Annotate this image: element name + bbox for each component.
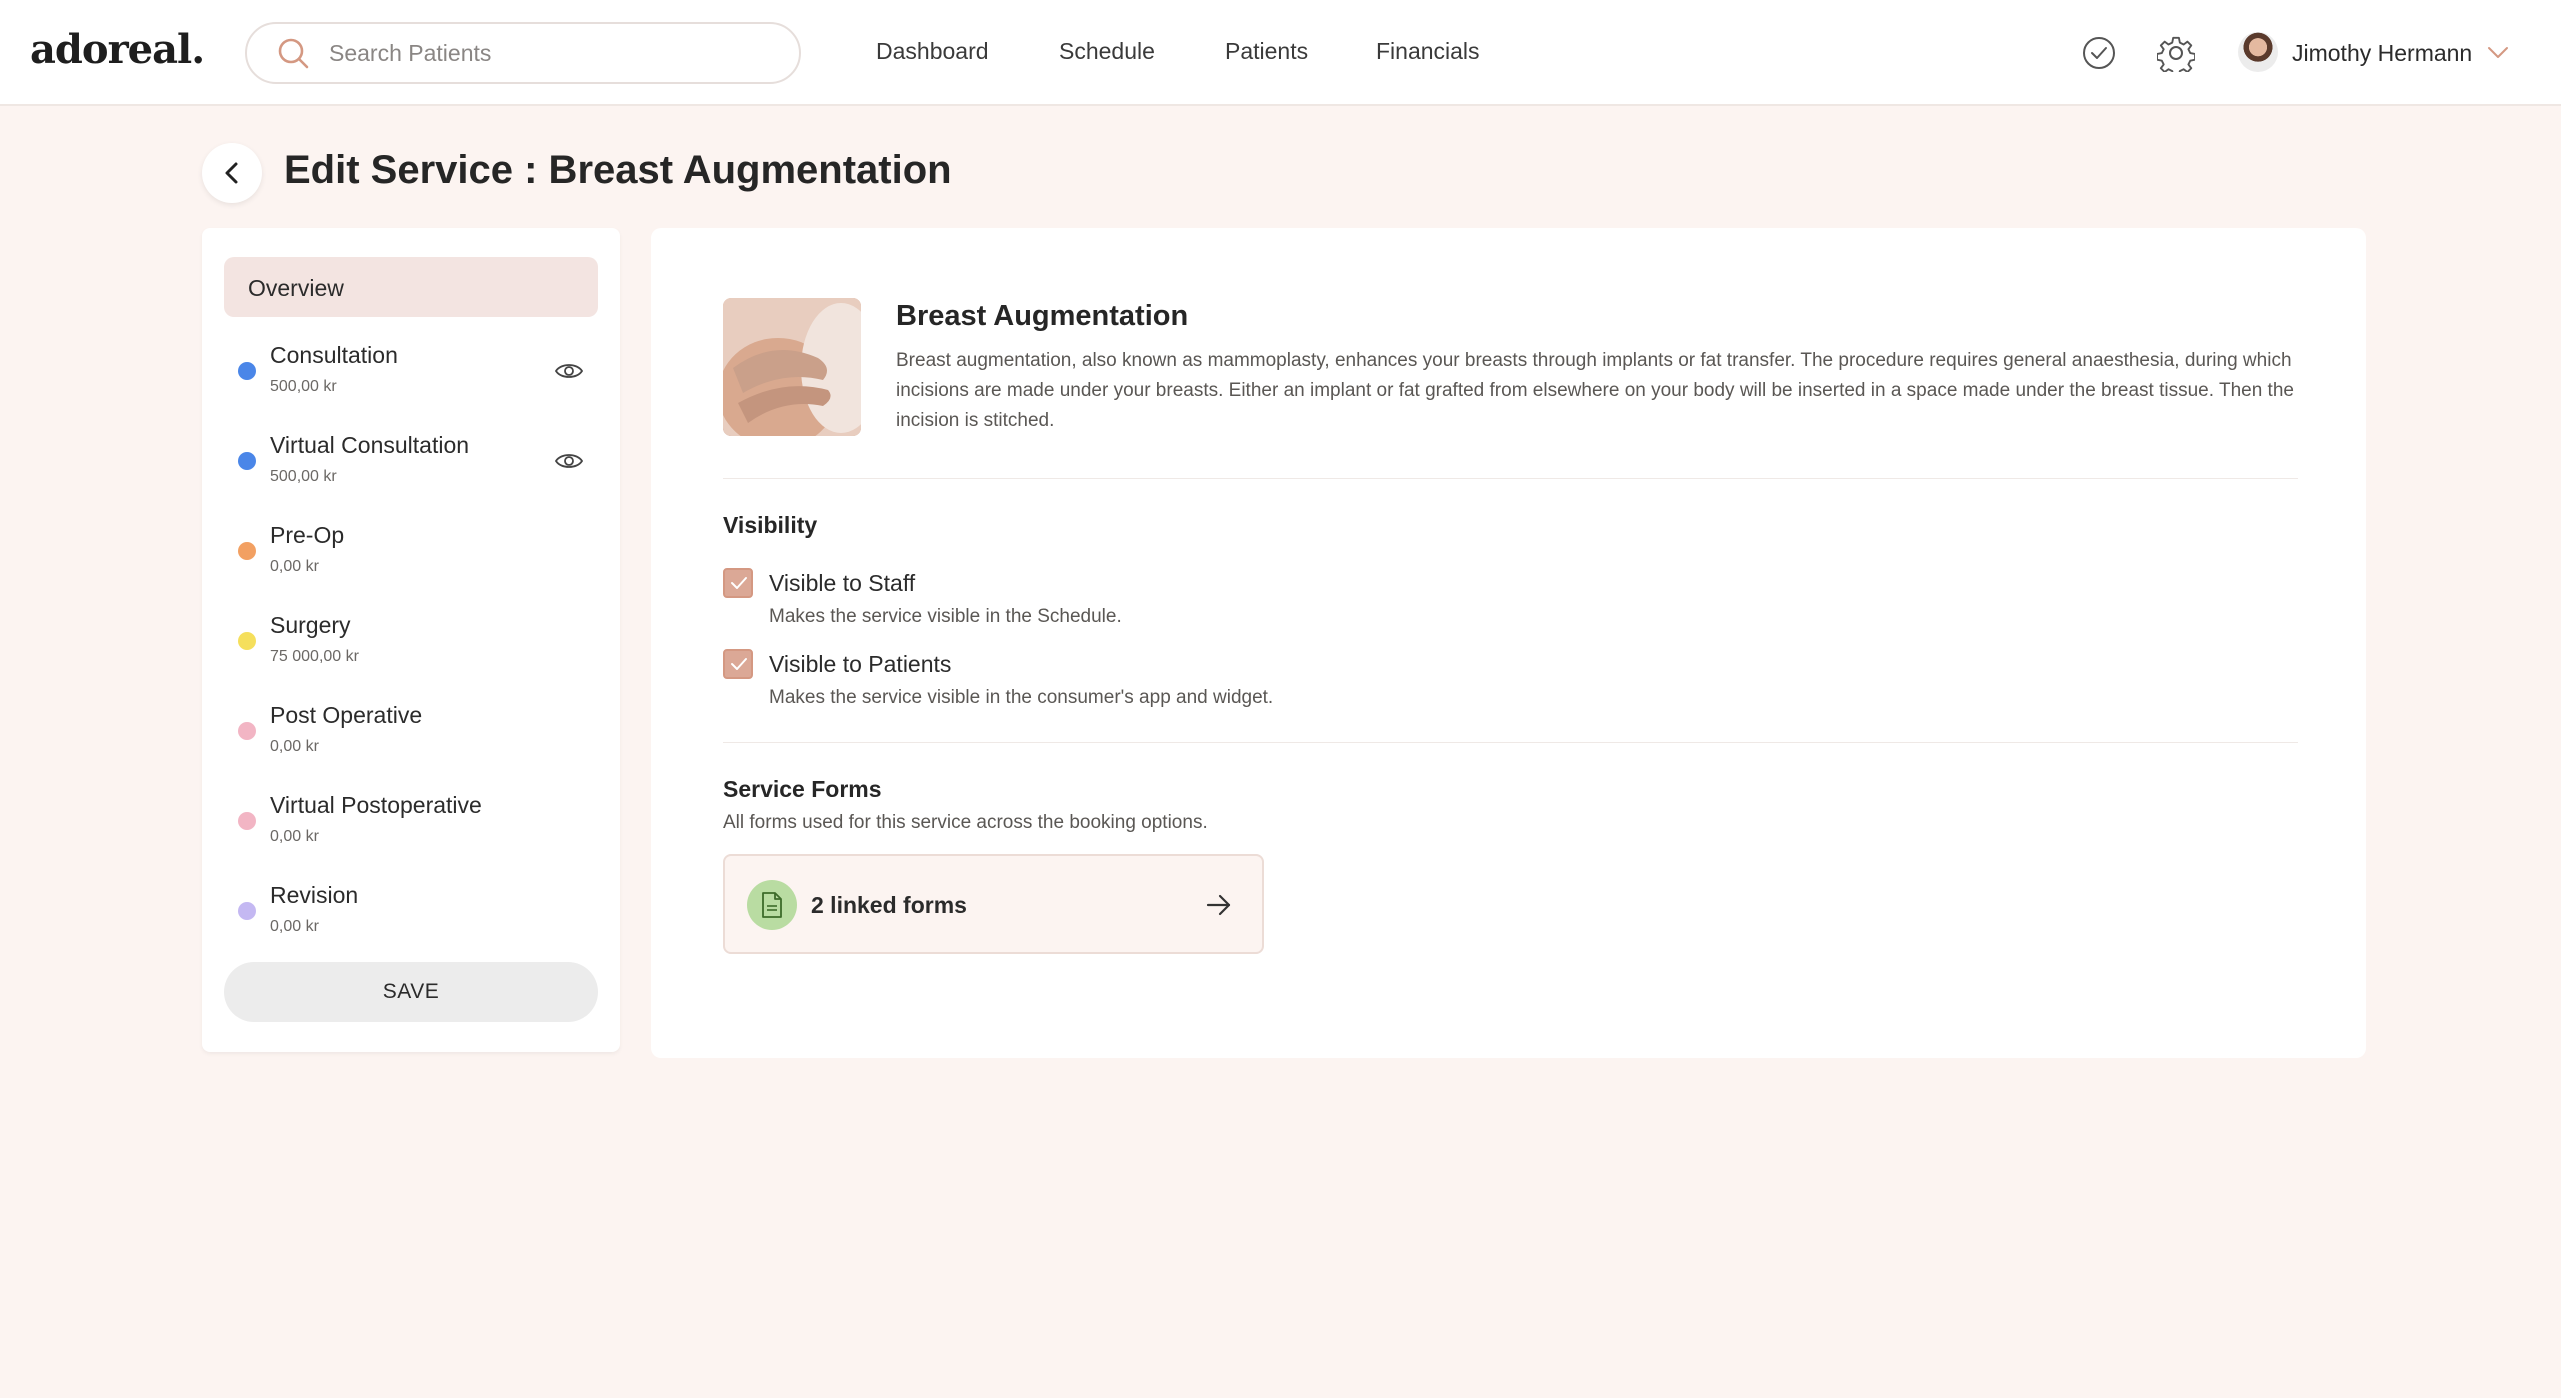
divider [723,742,2298,743]
eye-icon[interactable] [554,450,584,472]
sidebar-item-price: 500,00 kr [270,468,337,485]
search-box[interactable] [245,22,801,84]
service-photo [723,298,861,436]
visible-to-patients-checkbox[interactable] [723,649,753,679]
sidebar-item-price: 75 000,00 kr [270,648,359,665]
service-forms-title: Service Forms [723,776,882,802]
sidebar-item-price: 500,00 kr [270,378,337,395]
back-button[interactable] [202,143,262,203]
sidebar-item-label: Virtual Postoperative [270,792,482,818]
checkbox-label: Visible to Patients [769,651,952,677]
chevron-left-icon [225,162,238,184]
search-icon [278,38,309,69]
search-input[interactable] [329,24,769,82]
linked-forms-card[interactable]: 2 linked forms [723,854,1264,954]
service-forms-subtitle: All forms used for this service across t… [723,812,1208,833]
nav-financials[interactable]: Financials [1376,38,1480,65]
service-title: Breast Augmentation [896,300,1189,332]
eye-icon[interactable] [554,360,584,382]
sidebar-item-price: 0,00 kr [270,828,319,845]
checkbox-label: Visible to Staff [769,570,916,596]
user-name: Jimothy Hermann [2292,40,2473,66]
checkbox-help: Makes the service visible in the Schedul… [769,606,1122,627]
sidebar-item-post-operative[interactable]: Post Operative 0,00 kr [224,698,598,778]
nav-schedule[interactable]: Schedule [1059,38,1155,65]
sidebar-item-surgery[interactable]: Surgery 75 000,00 kr [224,608,598,688]
service-sidebar: Overview Consultation 500,00 kr Virtual … [202,228,620,1052]
status-dot [238,902,256,920]
nav-dashboard[interactable]: Dashboard [876,38,989,65]
sidebar-item-pre-op[interactable]: Pre-Op 0,00 kr [224,518,598,598]
service-image [723,298,861,436]
sidebar-item-label: Overview [248,275,344,301]
check-circle-icon[interactable] [2080,34,2118,72]
sidebar-item-label: Revision [270,882,359,908]
app-logo[interactable]: adoreal. [30,26,205,73]
visibility-title: Visibility [723,512,818,538]
sidebar-item-price: 0,00 kr [270,918,319,935]
status-dot [238,632,256,650]
sidebar-item-label: Consultation [270,342,398,368]
save-button[interactable]: SAVE [224,962,598,1022]
sidebar-item-label: Virtual Consultation [270,432,470,458]
nav-patients[interactable]: Patients [1225,38,1308,65]
sidebar-item-price: 0,00 kr [270,558,319,575]
sidebar-item-label: Surgery [270,612,351,638]
service-description: Breast augmentation, also known as mammo… [896,350,2294,431]
sidebar-item-virtual-postoperative[interactable]: Virtual Postoperative 0,00 kr [224,788,598,868]
top-bar: adoreal. Dashboard Schedule Patients Fin… [0,0,2561,106]
check-icon [731,577,747,589]
status-dot [238,362,256,380]
sidebar-item-price: 0,00 kr [270,738,319,755]
page-title: Edit Service : Breast Augmentation [284,148,952,192]
sidebar-item-virtual-consultation[interactable]: Virtual Consultation 500,00 kr [224,428,598,508]
service-overview-card: Breast Augmentation Breast augmentation,… [651,228,2366,1058]
sidebar-item-revision[interactable]: Revision 0,00 kr [224,878,598,958]
status-dot [238,452,256,470]
avatar [2238,32,2278,72]
form-document-icon [747,880,797,930]
checkbox-help: Makes the service visible in the consume… [769,687,1274,708]
sidebar-item-overview[interactable]: Overview [224,257,598,317]
visible-to-staff-checkbox[interactable] [723,568,753,598]
check-icon [731,658,747,670]
sidebar-item-consultation[interactable]: Consultation 500,00 kr [224,338,598,418]
sidebar-item-label: Pre-Op [270,522,345,548]
sidebar-item-label: Post Operative [270,702,423,728]
status-dot [238,812,256,830]
arrow-right-icon [1206,894,1231,916]
chevron-down-icon [2488,47,2508,58]
status-dot [238,722,256,740]
linked-forms-label: 2 linked forms [811,892,967,918]
status-dot [238,542,256,560]
divider [723,478,2298,479]
gear-icon[interactable] [2157,34,2195,72]
